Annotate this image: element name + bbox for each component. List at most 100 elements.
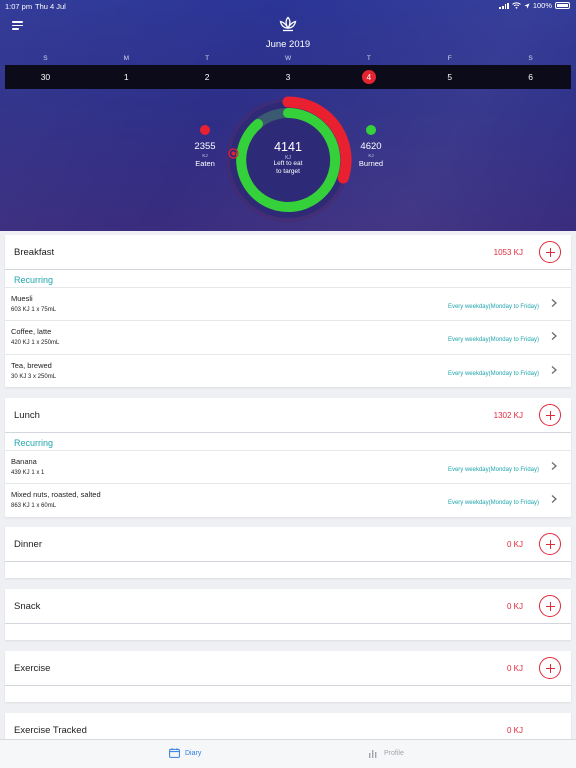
dinner-title: Dinner (14, 539, 42, 550)
food-frequency: Every weekday(Monday to Friday) (447, 371, 539, 377)
eaten-summary: 2355 KJ Eaten (185, 125, 225, 168)
left-to-eat-value: 4141 (274, 140, 302, 154)
breakfast-header: Breakfast 1053 KJ (5, 235, 571, 270)
month-title[interactable]: June 2019 (0, 39, 576, 50)
day-cell[interactable]: 2 (167, 65, 248, 89)
day-cell[interactable]: 5 (409, 65, 490, 89)
food-quantity: 30 KJ 3 x 250mL (11, 374, 57, 380)
burned-label: Burned (358, 159, 384, 168)
lunch-kj: 1302 KJ (493, 411, 523, 420)
food-frequency: Every weekday(Monday to Friday) (447, 337, 539, 343)
breakfast-kj: 1053 KJ (493, 248, 523, 257)
day-cell[interactable]: 30 (5, 65, 86, 89)
day-number: 2 (204, 72, 210, 82)
snack-header: Snack 0 KJ (5, 589, 571, 624)
status-time: 1:07 pm (5, 2, 33, 11)
burned-unit: KJ (368, 153, 374, 158)
diary-header: 1:07 pm Thu 4 Jul 100% June 2019 S M T W… (0, 0, 576, 231)
food-item[interactable]: Banana 439 KJ 1 x 1 Every weekday(Monday… (5, 450, 571, 483)
snack-title: Snack (14, 601, 41, 612)
day-cell-selected[interactable]: 4 (328, 65, 409, 89)
weekday-label: M (123, 55, 129, 62)
add-snack-button[interactable] (539, 595, 561, 617)
eaten-label: Eaten (195, 159, 215, 168)
recurring-label: Recurring (14, 438, 54, 448)
day-number: 4 (361, 70, 376, 84)
status-date: Thu 4 Jul (35, 2, 66, 11)
breakfast-list: Recurring Muesli 603 KJ 1 x 75mL Every w… (5, 270, 571, 387)
recurring-label: Recurring (14, 275, 54, 285)
tab-diary[interactable]: Diary (169, 748, 201, 758)
food-name: Mixed nuts, roasted, salted (11, 490, 101, 499)
week-day-strip: 30 1 2 3 4 5 6 (5, 65, 571, 89)
food-frequency: Every weekday(Monday to Friday) (447, 304, 539, 310)
app-logo-lotus-icon (279, 16, 297, 32)
food-name: Muesli (11, 294, 33, 303)
lunch-header: Lunch 1302 KJ (5, 398, 571, 433)
status-right: 100% (499, 1, 570, 10)
tab-profile[interactable]: Profile (368, 748, 404, 758)
food-name: Tea, brewed (11, 361, 52, 370)
exercise-header: Exercise 0 KJ (5, 651, 571, 686)
breakfast-title: Breakfast (14, 247, 55, 258)
food-frequency: Every weekday(Monday to Friday) (447, 467, 539, 473)
chevron-right-icon (551, 462, 557, 470)
chevron-right-icon (551, 495, 557, 503)
day-cell[interactable]: 3 (248, 65, 329, 89)
dinner-header: Dinner 0 KJ (5, 527, 571, 562)
chevron-right-icon (551, 366, 557, 374)
food-name: Coffee, latte (11, 327, 52, 336)
food-name: Banana (11, 457, 37, 466)
tab-profile-label: Profile (384, 749, 404, 757)
location-arrow-icon (524, 2, 530, 9)
weekday-label: S (528, 55, 533, 62)
tab-bar: Diary Profile (0, 739, 576, 768)
add-dinner-button[interactable] (539, 533, 561, 555)
exercise-list (5, 686, 571, 702)
lunch-title: Lunch (14, 410, 40, 421)
food-quantity: 420 KJ 1 x 250mL (11, 340, 60, 346)
hamburger-menu-icon[interactable] (12, 21, 23, 30)
battery-icon (555, 2, 570, 9)
bar-chart-icon (369, 750, 377, 758)
weekday-label: F (447, 55, 452, 62)
food-frequency: Every weekday(Monday to Friday) (447, 500, 539, 506)
lunch-list: Recurring Banana 439 KJ 1 x 1 Every week… (5, 433, 571, 517)
day-number: 5 (447, 72, 453, 82)
food-quantity: 603 KJ 1 x 75mL (11, 307, 57, 313)
left-to-eat-label-2: to target (276, 168, 300, 175)
burned-value: 4620 (360, 141, 382, 152)
target-icon (228, 148, 239, 159)
dinner-list (5, 562, 571, 578)
eaten-unit: KJ (202, 153, 208, 158)
eaten-value: 2355 (194, 141, 216, 152)
day-number: 6 (528, 72, 533, 82)
day-cell[interactable]: 1 (86, 65, 167, 89)
add-lunch-button[interactable] (539, 404, 561, 426)
weekday-labels: S M T W T F S (5, 55, 571, 63)
day-number: 30 (40, 72, 51, 82)
exercise-title: Exercise (14, 663, 51, 674)
day-cell[interactable]: 6 (490, 65, 571, 89)
food-item[interactable]: Muesli 603 KJ 1 x 75mL Every weekday(Mon… (5, 287, 571, 320)
day-number: 1 (123, 72, 129, 82)
calendar-icon (169, 748, 180, 758)
add-breakfast-button[interactable] (539, 241, 561, 263)
food-item[interactable]: Tea, brewed 30 KJ 3 x 250mL Every weekda… (5, 354, 571, 387)
tab-diary-label: Diary (185, 749, 202, 757)
battery-percentage: 100% (532, 1, 552, 10)
food-quantity: 439 KJ 1 x 1 (11, 470, 45, 476)
wifi-icon (511, 2, 521, 9)
food-item[interactable]: Mixed nuts, roasted, salted 863 KJ 1 x 6… (5, 483, 571, 516)
weekday-label: T (366, 55, 371, 62)
food-quantity: 863 KJ 1 x 60mL (11, 503, 57, 509)
food-item[interactable]: Coffee, latte 420 KJ 1 x 250mL Every wee… (5, 320, 571, 353)
dinner-kj: 0 KJ (506, 540, 523, 549)
weekday-label: W (284, 55, 292, 62)
snack-list (5, 624, 571, 640)
chevron-right-icon (551, 299, 557, 307)
add-exercise-button[interactable] (539, 657, 561, 679)
exercise-kj: 0 KJ (506, 664, 523, 673)
burned-summary: 4620 KJ Burned (351, 125, 391, 168)
status-bar: 1:07 pm Thu 4 Jul 100% (0, 0, 576, 12)
